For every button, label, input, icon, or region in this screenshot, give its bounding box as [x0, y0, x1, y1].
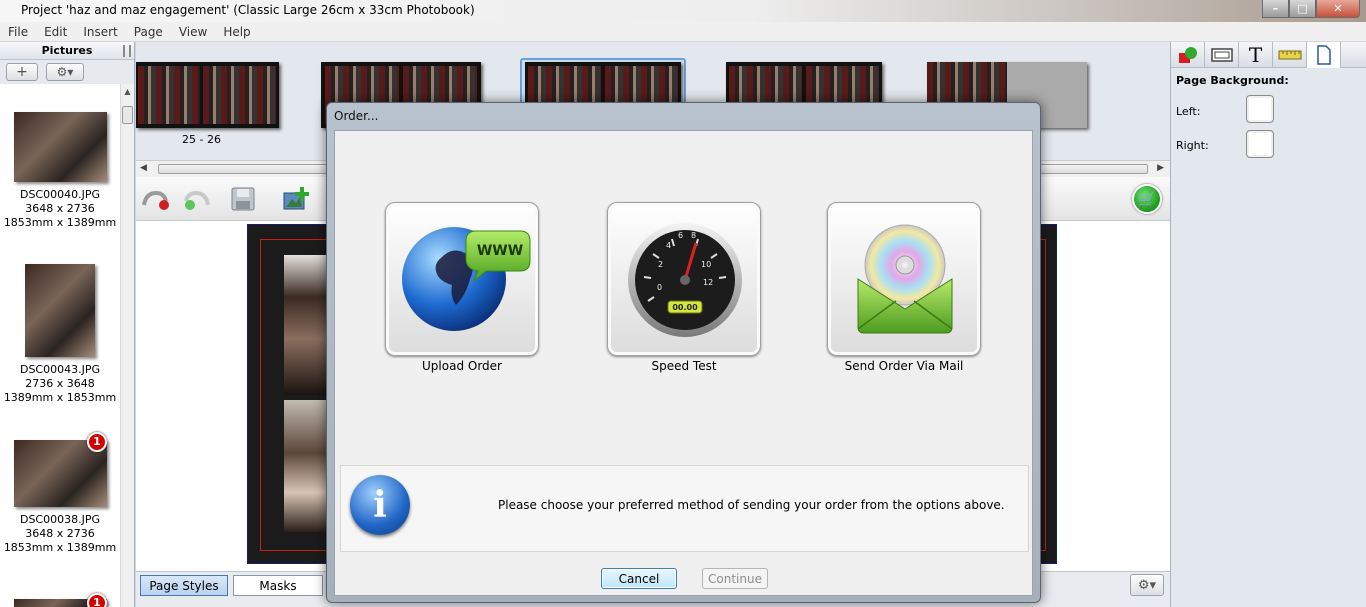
minimize-button[interactable]: – — [1262, 0, 1289, 18]
gauge-tick-label: 2 — [658, 260, 664, 269]
properties-panel: T Page Background: Left: Right: — [1170, 42, 1366, 607]
menu-page[interactable]: Page — [126, 25, 171, 39]
speed-test-button[interactable]: 00.00 0 2 4 6 8 10 12 — [607, 202, 761, 356]
left-background-swatch[interactable] — [1246, 95, 1274, 123]
close-button[interactable]: ✕ — [1316, 0, 1360, 18]
text-icon[interactable]: T — [1239, 42, 1273, 68]
menu-bar: File Edit Insert Page View Help — [0, 22, 1366, 42]
order-dialog: Order... WWW Upload Order 00.00 0 2 4 6 … — [326, 102, 1041, 603]
left-background-label: Left: — [1176, 105, 1201, 118]
panel-grip-icon[interactable] — [123, 45, 131, 57]
gauge-tick-label: 12 — [703, 278, 714, 287]
info-icon: i — [350, 475, 410, 535]
shapes-icon[interactable] — [1171, 42, 1205, 68]
cancel-button[interactable]: Cancel — [601, 568, 677, 589]
usage-count-badge: 1 — [87, 432, 107, 452]
window-title: Project 'haz and maz engagement' (Classi… — [21, 3, 475, 17]
picture-filename: DSC00043.JPG — [19, 363, 101, 376]
bottom-settings-button[interactable]: ⚙▾ — [1130, 574, 1164, 596]
page-thumbnail — [203, 66, 276, 124]
tab-masks[interactable]: Masks — [233, 575, 323, 596]
ruler-icon[interactable] — [1273, 42, 1307, 68]
scroll-thumb[interactable] — [122, 106, 133, 124]
page-icon[interactable] — [1307, 42, 1341, 68]
gauge-tick-label: 0 — [657, 283, 663, 292]
page-background-label: Page Background: — [1176, 74, 1289, 87]
pictures-panel-title: Pictures — [0, 42, 134, 60]
info-message: Please choose your preferred method of s… — [498, 498, 1005, 512]
send-order-via-mail-button[interactable] — [827, 202, 981, 356]
list-item[interactable]: DSC00038.JPG 3648 x 2736 1853mm x 1389mm… — [0, 432, 120, 555]
pictures-toolbar: + ⚙▾ — [0, 60, 134, 84]
list-item[interactable]: DSC00043.JPG 2736 x 3648 1389mm x 1853mm — [0, 264, 120, 405]
list-item[interactable]: DSC00040.JPG 3648 x 2736 1853mm x 1389mm — [0, 112, 120, 230]
spread-label: 25 - 26 — [182, 133, 221, 146]
pictures-list: DSC00040.JPG 3648 x 2736 1853mm x 1389mm… — [0, 84, 120, 607]
right-background-swatch[interactable] — [1246, 130, 1274, 158]
globe-www-icon — [402, 227, 531, 331]
info-message-box: i Please choose your preferred method of… — [340, 465, 1029, 552]
scroll-right-icon[interactable]: ▶ — [1157, 163, 1164, 173]
picture-filename: DSC00038.JPG — [19, 513, 101, 526]
page-thumbnail — [138, 66, 200, 124]
right-background-label: Right: — [1176, 139, 1209, 152]
pictures-settings-button[interactable]: ⚙▾ — [46, 63, 84, 81]
add-image-icon[interactable] — [282, 185, 312, 213]
gauge-tick-label: 8 — [691, 231, 697, 240]
window-controls: – □ ✕ — [1262, 0, 1360, 18]
send-order-via-mail-label: Send Order Via Mail — [844, 359, 964, 373]
tab-page-styles[interactable]: Page Styles — [140, 575, 228, 596]
speed-readout: 00.00 — [672, 303, 698, 312]
menu-edit[interactable]: Edit — [36, 25, 75, 39]
gauge-tick-label: 10 — [701, 260, 712, 269]
picture-pixels: 3648 x 2736 — [25, 202, 95, 215]
undo-icon[interactable] — [140, 185, 170, 213]
maximize-button[interactable]: □ — [1289, 0, 1316, 18]
upload-order-button[interactable]: WWW — [385, 202, 539, 356]
continue-button[interactable]: Continue — [702, 568, 768, 589]
page-spread[interactable] — [136, 62, 279, 128]
gauge-tick-label: 4 — [666, 241, 672, 250]
dialog-title: Order... — [334, 109, 379, 123]
list-item[interactable]: 1 — [0, 593, 120, 607]
picture-pixels: 2736 x 3648 — [25, 377, 95, 390]
dialog-content: WWW Upload Order 00.00 0 2 4 6 8 10 12 S… — [334, 130, 1033, 596]
picture-pixels: 3648 x 2736 — [25, 527, 95, 540]
menu-insert[interactable]: Insert — [75, 25, 125, 39]
properties-tabs: T — [1171, 42, 1366, 68]
picture-filename: DSC00040.JPG — [19, 188, 101, 201]
picture-size: 1853mm x 1389mm — [3, 216, 117, 229]
save-icon[interactable] — [228, 185, 258, 213]
pictures-scrollbar[interactable]: ▲ — [120, 84, 134, 607]
menu-help[interactable]: Help — [215, 25, 258, 39]
scroll-up-icon[interactable]: ▲ — [121, 84, 134, 100]
usage-count-badge: 1 — [87, 593, 107, 607]
menu-file[interactable]: File — [0, 25, 36, 39]
spread-photo[interactable] — [284, 400, 330, 532]
frame-icon[interactable] — [1205, 42, 1239, 68]
picture-thumbnail[interactable] — [13, 112, 107, 182]
add-picture-button[interactable]: + — [6, 63, 38, 81]
upload-order-label: Upload Order — [422, 359, 502, 373]
pictures-panel: Pictures + ⚙▾ DSC00040.JPG 3648 x 2736 1… — [0, 42, 135, 607]
picture-size: 1389mm x 1853mm — [3, 391, 117, 404]
title-bar: Project 'haz and maz engagement' (Classi… — [0, 0, 1366, 22]
speed-test-label: Speed Test — [651, 359, 717, 373]
picture-size: 1853mm x 1389mm — [3, 541, 117, 554]
menu-view[interactable]: View — [171, 25, 215, 39]
cd-envelope-icon — [857, 224, 953, 334]
cart-icon[interactable]: 🛒 — [1132, 184, 1162, 214]
www-label: WWW — [476, 243, 524, 259]
speedometer-icon — [628, 223, 742, 337]
gauge-tick-label: 6 — [678, 231, 684, 240]
picture-thumbnail[interactable] — [25, 264, 95, 357]
spread-photo[interactable] — [284, 255, 330, 395]
redo-icon[interactable] — [182, 185, 212, 213]
scroll-left-icon[interactable]: ◀ — [140, 163, 147, 173]
